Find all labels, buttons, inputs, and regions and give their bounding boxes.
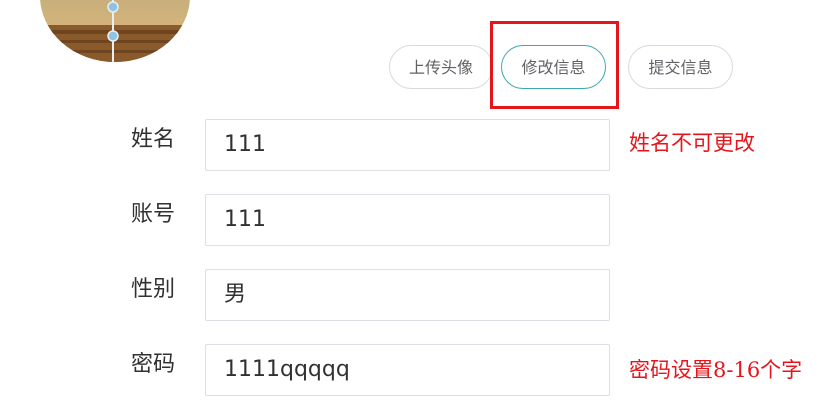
highlight-box [490,21,619,109]
profile-page: 上传头像 修改信息 提交信息 姓名 111 姓名不可更改 账号 111 性别 男… [0,0,826,405]
account-label: 账号 [131,202,176,227]
name-field[interactable]: 111 [205,119,610,171]
upload-avatar-button[interactable]: 上传头像 [389,45,493,89]
password-note: 密码设置8-16个字 [629,358,803,382]
password-field[interactable]: 1111qqqqq [205,344,610,396]
password-label: 密码 [131,352,176,377]
avatar[interactable] [40,0,190,62]
gender-label: 性别 [131,277,176,302]
submit-info-button[interactable]: 提交信息 [628,45,733,89]
avatar-image [40,0,190,62]
name-note: 姓名不可更改 [629,131,755,155]
gender-field[interactable]: 男 [205,269,610,321]
name-label: 姓名 [131,127,176,152]
account-field[interactable]: 111 [205,194,610,246]
